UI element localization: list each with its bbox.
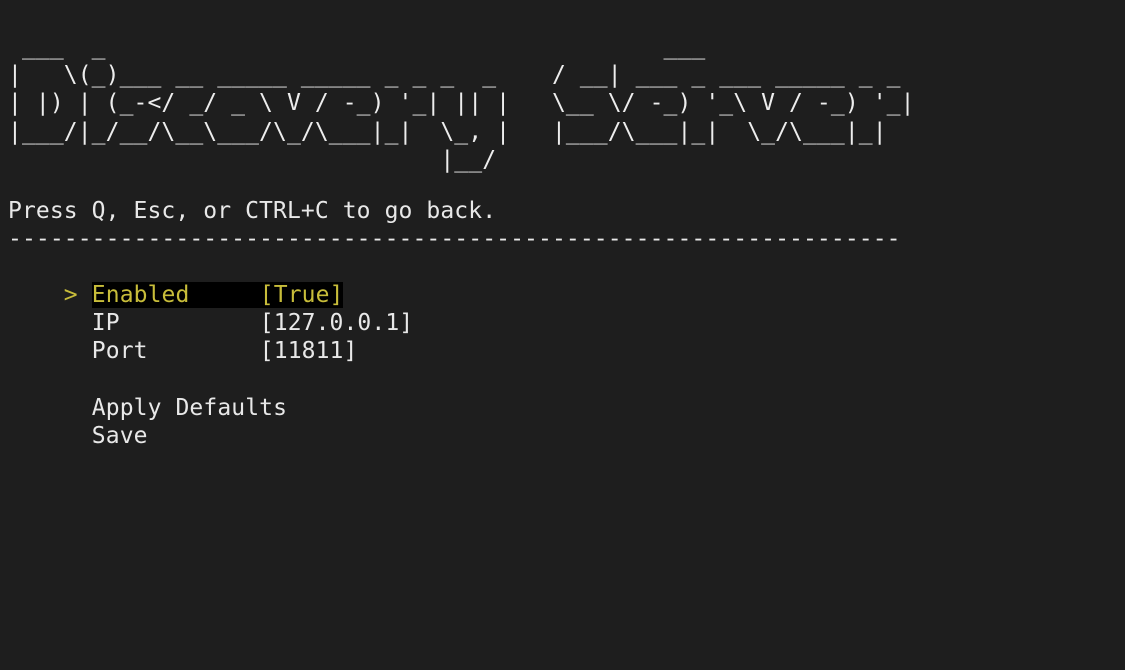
ascii-banner: ___ _ ___ | \(_)___ __ _____ _____ _ _ _… bbox=[8, 34, 915, 173]
setting-label-port: Port bbox=[91, 338, 148, 365]
setting-row-enabled[interactable]: > Enabled [True] bbox=[8, 253, 344, 309]
save-label: Save bbox=[91, 423, 148, 450]
separator-line: ----------------------------------------… bbox=[8, 226, 901, 252]
save-button[interactable]: Save bbox=[8, 394, 148, 449]
apply-defaults-button[interactable]: Apply Defaults bbox=[8, 366, 287, 421]
terminal-window: ___ _ ___ | \(_)___ __ _____ _____ _ _ _… bbox=[0, 0, 1125, 670]
instruction-text: Press Q, Esc, or CTRL+C to go back. bbox=[8, 198, 497, 224]
setting-value-port: [11811] bbox=[259, 338, 358, 365]
setting-row-ip[interactable]: IP [127.0.0.1] bbox=[8, 281, 413, 336]
setting-row-port[interactable]: Port [11811] bbox=[8, 309, 358, 364]
